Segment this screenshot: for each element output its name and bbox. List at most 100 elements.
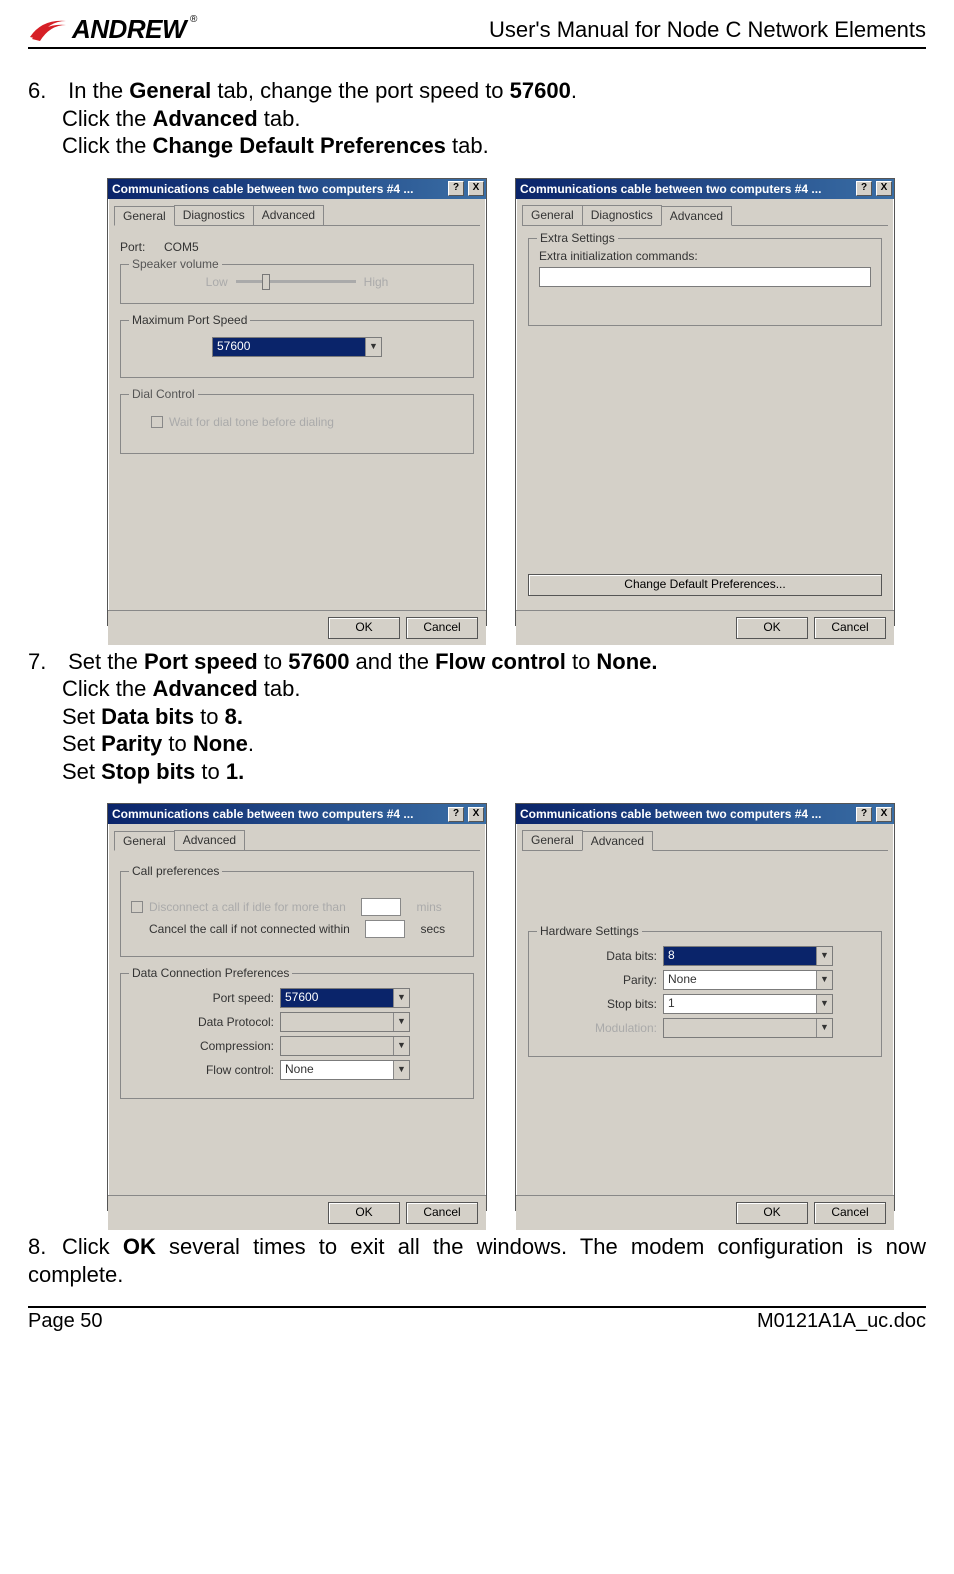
- step-text: Click the: [62, 676, 152, 701]
- group-call-preferences: Call preferences Disconnect a call if id…: [120, 871, 474, 957]
- dialog-advanced-properties: Communications cable between two compute…: [515, 178, 895, 626]
- tab-body: Port: COM5 Speaker volume Low High Maxim…: [108, 226, 486, 610]
- stop-bits-combobox[interactable]: 1▼: [663, 994, 833, 1014]
- tab-general[interactable]: General: [522, 205, 583, 225]
- step-text: Parity: [101, 731, 162, 756]
- cancel-button[interactable]: Cancel: [814, 1202, 886, 1224]
- cancel-button[interactable]: Cancel: [814, 617, 886, 639]
- ok-button[interactable]: OK: [328, 617, 400, 639]
- help-button[interactable]: ?: [856, 807, 872, 822]
- tab-advanced[interactable]: Advanced: [582, 831, 653, 851]
- chevron-down-icon[interactable]: ▼: [816, 947, 832, 965]
- tabstrip: General Diagnostics Advanced: [108, 199, 486, 225]
- disconnect-label: Disconnect a call if idle for more than: [149, 900, 346, 914]
- andrew-swoosh-icon: [28, 15, 68, 45]
- step-text: 8.: [225, 704, 243, 729]
- data-bits-combobox[interactable]: 8▼: [663, 946, 833, 966]
- help-button[interactable]: ?: [448, 807, 464, 822]
- max-port-speed-combobox[interactable]: 57600 ▼: [212, 337, 382, 357]
- cancel-call-label: Cancel the call if not connected within: [149, 922, 350, 936]
- group-label: Call preferences: [129, 864, 222, 878]
- window-title: Communications cable between two compute…: [112, 182, 444, 196]
- ok-button[interactable]: OK: [328, 1202, 400, 1224]
- window-title: Communications cable between two compute…: [520, 807, 852, 821]
- cancel-button[interactable]: Cancel: [406, 1202, 478, 1224]
- group-dial-control: Dial Control Wait for dial tone before d…: [120, 394, 474, 454]
- group-label: Extra Settings: [537, 231, 618, 245]
- tab-body: Hardware Settings Data bits: 8▼ Parity: …: [516, 851, 894, 1195]
- step-text: Click the: [62, 106, 152, 131]
- step-text: .: [248, 731, 254, 756]
- tabstrip: General Diagnostics Advanced: [516, 199, 894, 225]
- stop-bits-label: Stop bits:: [577, 997, 657, 1011]
- group-label: Speaker volume: [129, 257, 222, 271]
- parity-combobox[interactable]: None▼: [663, 970, 833, 990]
- dialog-default-prefs-general: Communications cable between two compute…: [107, 803, 487, 1211]
- step-text: General: [129, 78, 211, 103]
- titlebar[interactable]: Communications cable between two compute…: [516, 179, 894, 199]
- help-button[interactable]: ?: [856, 181, 872, 196]
- chevron-down-icon[interactable]: ▼: [393, 1061, 409, 1079]
- step-text: Click: [62, 1234, 123, 1259]
- ok-button[interactable]: OK: [736, 1202, 808, 1224]
- step-text: to: [162, 731, 193, 756]
- combo-value: None: [664, 971, 816, 989]
- port-speed-combobox[interactable]: 57600▼: [280, 988, 410, 1008]
- step-text: to: [258, 649, 289, 674]
- tab-general[interactable]: General: [114, 831, 175, 851]
- group-label: Dial Control: [129, 387, 198, 401]
- chevron-down-icon[interactable]: ▼: [365, 338, 381, 356]
- tab-advanced[interactable]: Advanced: [253, 205, 324, 225]
- close-button[interactable]: X: [876, 181, 892, 196]
- step-text: Set: [62, 759, 101, 784]
- step-text: None.: [596, 649, 657, 674]
- step-text: several times to exit all the windows. T…: [28, 1234, 926, 1287]
- tab-diagnostics[interactable]: Diagnostics: [582, 205, 662, 225]
- document-name: M0121A1A_uc.doc: [757, 1310, 926, 1333]
- cancel-button[interactable]: Cancel: [406, 617, 478, 639]
- help-button[interactable]: ?: [448, 181, 464, 196]
- titlebar[interactable]: Communications cable between two compute…: [108, 179, 486, 199]
- combo-value: [281, 1037, 393, 1055]
- step-text: Port speed: [144, 649, 258, 674]
- step-text: Flow control: [435, 649, 566, 674]
- step-text: 57600: [510, 78, 571, 103]
- flow-control-combobox[interactable]: None▼: [280, 1060, 410, 1080]
- titlebar[interactable]: Communications cable between two compute…: [108, 804, 486, 824]
- low-label: Low: [206, 275, 228, 289]
- step-text: Advanced: [152, 106, 257, 131]
- step-text: .: [571, 78, 577, 103]
- step-number: 8.: [28, 1233, 62, 1261]
- tabstrip: General Advanced: [108, 824, 486, 850]
- close-button[interactable]: X: [468, 181, 484, 196]
- titlebar[interactable]: Communications cable between two compute…: [516, 804, 894, 824]
- tab-general[interactable]: General: [114, 206, 175, 226]
- extra-commands-input[interactable]: [539, 267, 871, 287]
- tab-advanced[interactable]: Advanced: [661, 206, 732, 226]
- ok-button[interactable]: OK: [736, 617, 808, 639]
- cancel-secs-input[interactable]: [365, 920, 405, 938]
- group-speaker-volume: Speaker volume Low High: [120, 264, 474, 304]
- page-header: ANDREW ® User's Manual for Node C Networ…: [28, 14, 926, 49]
- step-text: Set the: [68, 649, 144, 674]
- change-default-prefs-button[interactable]: Change Default Preferences...: [528, 574, 882, 596]
- page-footer: Page 50 M0121A1A_uc.doc: [28, 1306, 926, 1333]
- button-bar: OK Cancel: [516, 1195, 894, 1230]
- step-text: tab.: [258, 106, 301, 131]
- chevron-down-icon[interactable]: ▼: [816, 995, 832, 1013]
- disconnect-checkbox: [131, 901, 143, 913]
- tab-advanced[interactable]: Advanced: [174, 830, 245, 850]
- chevron-down-icon[interactable]: ▼: [393, 989, 409, 1007]
- combo-value: 57600: [213, 338, 365, 356]
- compression-combobox: ▼: [280, 1036, 410, 1056]
- tab-diagnostics[interactable]: Diagnostics: [174, 205, 254, 225]
- close-button[interactable]: X: [468, 807, 484, 822]
- tab-general[interactable]: General: [522, 830, 583, 850]
- modulation-label: Modulation:: [577, 1021, 657, 1035]
- data-protocol-label: Data Protocol:: [184, 1015, 274, 1029]
- port-speed-label: Port speed:: [184, 991, 274, 1005]
- step-text: tab.: [258, 676, 301, 701]
- chevron-down-icon[interactable]: ▼: [816, 971, 832, 989]
- close-button[interactable]: X: [876, 807, 892, 822]
- brand-name: ANDREW: [72, 14, 186, 45]
